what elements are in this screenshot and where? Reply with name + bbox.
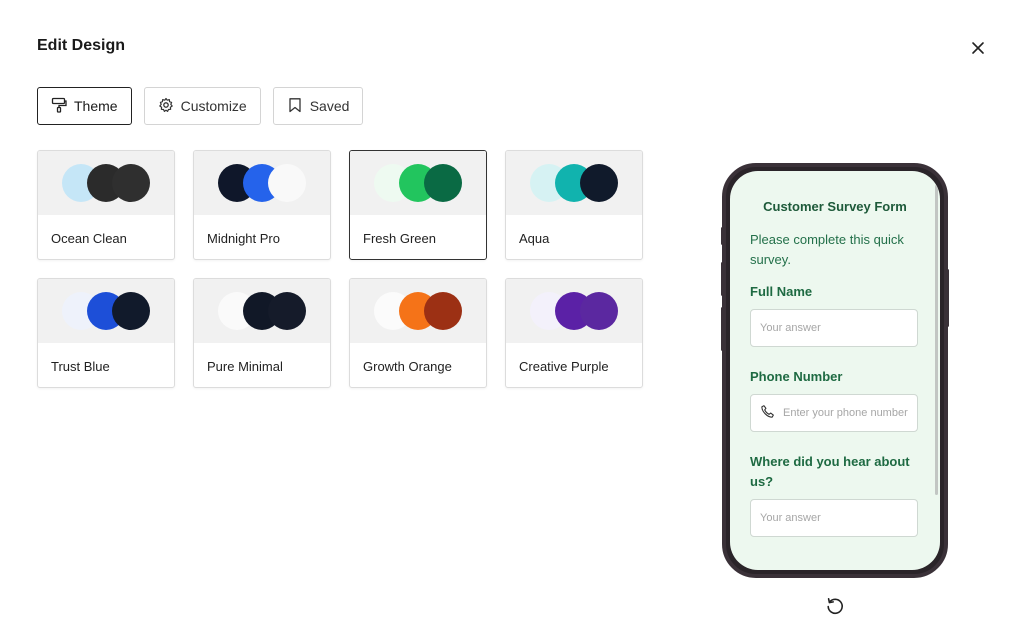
phone-number-field[interactable]: Enter your phone number [750, 394, 918, 432]
modal-header: Edit Design [0, 0, 1024, 80]
phone-volume-down-button [721, 307, 724, 351]
paint-roller-icon [51, 97, 67, 116]
phone-screen: Customer Survey Form Please complete thi… [730, 171, 940, 570]
theme-card-ocean-clean[interactable]: Ocean Clean [37, 150, 175, 260]
input-placeholder: Your answer [760, 322, 821, 334]
theme-name: Pure Minimal [207, 359, 283, 374]
color-dot [580, 292, 618, 330]
theme-swatch [350, 279, 486, 343]
theme-card-creative-purple[interactable]: Creative Purple [505, 278, 643, 388]
bookmark-icon [287, 97, 303, 116]
color-dot [268, 292, 306, 330]
full-name-field[interactable]: Your answer [750, 309, 918, 347]
theme-card-aqua[interactable]: Aqua [505, 150, 643, 260]
color-dot [424, 292, 462, 330]
tab-theme-label: Theme [74, 98, 118, 114]
question-label: Where did you hear about us? [750, 454, 910, 489]
theme-name: Midnight Pro [207, 231, 280, 246]
theme-name: Aqua [519, 231, 550, 246]
theme-name: Fresh Green [363, 231, 436, 246]
refresh-icon[interactable] [825, 596, 845, 616]
question-referral-source: Where did you hear about us? Your answer [750, 452, 920, 537]
theme-swatch [506, 151, 642, 215]
theme-swatch [194, 279, 330, 343]
theme-name: Creative Purple [519, 359, 609, 374]
theme-name: Growth Orange [363, 359, 452, 374]
referral-source-field[interactable]: Your answer [750, 499, 918, 537]
theme-name: Ocean Clean [51, 231, 127, 246]
input-placeholder: Enter your phone number [783, 407, 908, 419]
close-icon[interactable] [968, 38, 988, 58]
theme-swatch [350, 151, 486, 215]
phone-volume-up-button [721, 262, 724, 296]
page-title: Edit Design [37, 37, 126, 54]
theme-name: Trust Blue [51, 359, 110, 374]
tab-saved[interactable]: Saved [272, 87, 364, 125]
tab-customize-label: Customize [180, 98, 247, 114]
phone-preview: Customer Survey Form Please complete thi… [721, 163, 949, 578]
phone-side-button [721, 227, 724, 245]
input-placeholder: Your answer [760, 512, 821, 524]
tab-saved-label: Saved [309, 98, 350, 114]
theme-swatch [38, 279, 174, 343]
theme-grid: Ocean Clean Midnight Pro Fresh Green Aqu… [37, 150, 643, 388]
phone-icon [760, 404, 775, 422]
theme-swatch [38, 151, 174, 215]
theme-card-trust-blue[interactable]: Trust Blue [37, 278, 175, 388]
theme-swatch [194, 151, 330, 215]
tab-customize[interactable]: Customize [143, 87, 261, 125]
theme-swatch [506, 279, 642, 343]
survey-form-preview: Customer Survey Form Please complete thi… [730, 171, 940, 570]
color-dot [112, 164, 150, 202]
question-full-name: Full Name Your answer [750, 282, 920, 347]
theme-card-midnight-pro[interactable]: Midnight Pro [193, 150, 331, 260]
design-tabs: Theme Customize Saved [37, 87, 364, 125]
question-label: Phone Number [750, 369, 843, 384]
theme-card-growth-orange[interactable]: Growth Orange [349, 278, 487, 388]
color-dot [268, 164, 306, 202]
form-description: Please complete this quick survey. [750, 232, 904, 267]
phone-power-button [946, 269, 949, 327]
question-label: Full Name [750, 284, 813, 299]
form-title: Customer Survey Form [763, 199, 907, 214]
color-dot [424, 164, 462, 202]
tab-theme[interactable]: Theme [37, 87, 132, 125]
question-phone-number: Phone Number Enter your phone number [750, 367, 920, 432]
color-dot [580, 164, 618, 202]
gear-icon [158, 97, 174, 116]
theme-card-pure-minimal[interactable]: Pure Minimal [193, 278, 331, 388]
color-dot [112, 292, 150, 330]
theme-card-fresh-green[interactable]: Fresh Green [349, 150, 487, 260]
